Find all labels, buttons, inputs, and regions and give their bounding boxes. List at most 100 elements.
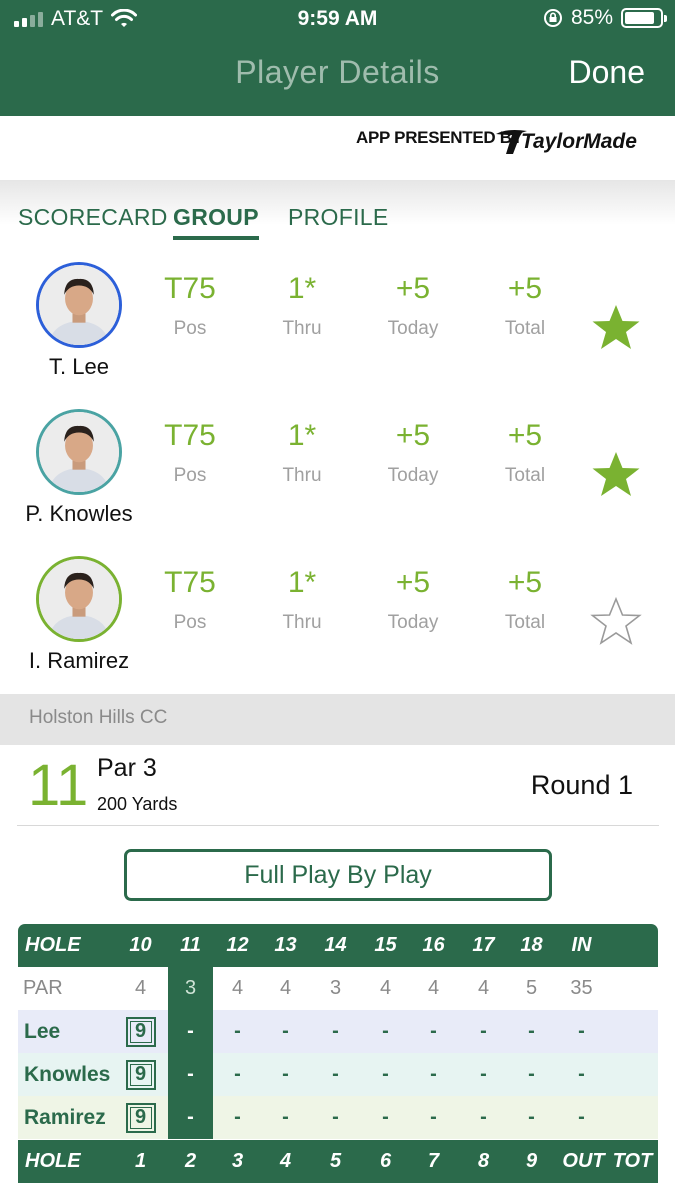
stat-today-value: +5	[395, 272, 431, 305]
stat-pos: T75 Pos	[140, 566, 240, 634]
hole-par: Par 3	[97, 754, 157, 782]
score-cell: -	[282, 1063, 289, 1085]
score-cell: -	[578, 1020, 585, 1042]
favorite-star-icon[interactable]	[590, 449, 642, 501]
score-cell: -	[528, 1063, 535, 1085]
stat-today: +5 Today	[363, 419, 463, 487]
stat-total-value: +5	[507, 272, 543, 305]
scorecard-par-cell: 4	[477, 977, 490, 999]
stat-total-value: +5	[507, 419, 543, 452]
done-button[interactable]: Done	[569, 54, 646, 91]
course-strip: Holston Hills CC	[0, 694, 675, 745]
rotation-lock-icon	[543, 9, 562, 27]
favorite-star-icon[interactable]	[590, 596, 642, 648]
favorite-star-icon[interactable]	[590, 302, 642, 354]
stat-pos: T75 Pos	[140, 419, 240, 487]
scorecard-par-cell: 35	[570, 977, 593, 999]
hole-yards: 200 Yards	[97, 794, 178, 814]
score-cell: -	[528, 1106, 535, 1128]
score-cell: -	[282, 1106, 289, 1128]
stat-total-value: +5	[507, 566, 543, 599]
scorecard-player-name: Knowles	[24, 1063, 111, 1086]
score-cell: -	[187, 1063, 194, 1085]
scorecard-header-cell: 12	[226, 934, 249, 956]
scorecard-par-row: PAR 4 3 4 4 3 4 4 4 5 35	[18, 967, 658, 1010]
scorecard-par-cell: 4	[231, 977, 244, 999]
scorecard-par-cell: 3	[329, 977, 342, 999]
score-cell: 9	[123, 1010, 158, 1053]
score-cell: -	[332, 1106, 339, 1128]
stat-total: +5 Total	[475, 272, 575, 340]
scorecard-header-cell: 1	[134, 1150, 147, 1172]
tab-profile[interactable]: PROFILE	[288, 204, 389, 231]
score-cell: -	[234, 1106, 241, 1128]
stat-today: +5 Today	[363, 272, 463, 340]
player-photo	[39, 559, 119, 639]
stat-pos-label: Pos	[173, 318, 207, 339]
stat-today-label: Today	[387, 612, 439, 633]
scorecard-header-cell: 6	[379, 1150, 392, 1172]
player-name[interactable]: I. Ramirez	[0, 648, 158, 674]
score-cell: -	[382, 1020, 389, 1042]
stat-thru-value: 1*	[287, 566, 317, 599]
scorecard-header-cell: 13	[274, 934, 297, 956]
score-cell: -	[332, 1020, 339, 1042]
scorecard-header-cell: 14	[324, 934, 347, 956]
scorecard-front-nine: HOLE 1 2 3 4 5 6 7 8 9 OUT TOT	[18, 1140, 658, 1200]
scorecard-header-cell: 16	[422, 934, 445, 956]
score-cell: -	[234, 1063, 241, 1085]
player-name[interactable]: P. Knowles	[0, 501, 158, 527]
player-row[interactable]: P. Knowles T75 Pos 1* Thru +5 Today +5 Total	[0, 409, 675, 556]
stat-today-label: Today	[387, 318, 439, 339]
score-cell: -	[480, 1063, 487, 1085]
stat-thru-label: Thru	[282, 612, 322, 633]
score-cell: -	[528, 1020, 535, 1042]
scorecard-header-cell: 8	[477, 1150, 490, 1172]
stat-pos-value: T75	[164, 419, 216, 452]
scorecard-par-cell: 4	[279, 977, 292, 999]
score-cell: -	[282, 1020, 289, 1042]
round-label: Round 1	[530, 770, 633, 800]
score-box: 9	[125, 1103, 156, 1133]
scorecard-header-cell: 11	[180, 934, 201, 956]
tab-scorecard[interactable]: SCORECARD	[18, 204, 168, 231]
scorecard-player-row[interactable]: Lee 9 - - - - - - - - -	[18, 1010, 658, 1053]
score-cell: -	[430, 1020, 437, 1042]
scorecard-header-cell: HOLE	[25, 1150, 81, 1172]
hole-number: 11	[28, 753, 89, 818]
stat-today: +5 Today	[363, 566, 463, 634]
stat-pos-value: T75	[164, 566, 216, 599]
stat-total: +5 Total	[475, 419, 575, 487]
player-avatar	[36, 262, 122, 348]
scorecard-header-row: HOLE 10 11 12 13 14 15 16 17 18 IN	[18, 924, 658, 967]
stat-pos-label: Pos	[173, 612, 207, 633]
scorecard-header-cell: 5	[329, 1150, 342, 1172]
player-avatar	[36, 556, 122, 642]
stat-thru-label: Thru	[282, 318, 322, 339]
score-cell: -	[234, 1020, 241, 1042]
scorecard-header-cell: 10	[129, 934, 152, 956]
stat-total-label: Total	[504, 318, 546, 339]
battery-percent: 85%	[570, 6, 613, 29]
score-cell: -	[480, 1020, 487, 1042]
course-name: Holston Hills CC	[29, 707, 168, 728]
player-name[interactable]: T. Lee	[0, 354, 158, 380]
player-row[interactable]: I. Ramirez T75 Pos 1* Thru +5 Today +5 Total	[0, 556, 675, 703]
scorecard-player-row[interactable]: Ramirez 9 - - - - - - - - -	[18, 1096, 658, 1139]
scorecard-back-nine: HOLE 10 11 12 13 14 15 16 17 18 IN PAR 4 3 4 4 3 4 4 4 5 35 Le…	[18, 924, 658, 1139]
scorecard-player-row[interactable]: Knowles 9 - - - - - - - - -	[18, 1053, 658, 1096]
score-cell: -	[480, 1106, 487, 1128]
tab-group[interactable]: GROUP	[173, 204, 259, 240]
score-cell: -	[382, 1106, 389, 1128]
score-cell: 9	[123, 1096, 158, 1139]
stat-pos-value: T75	[164, 272, 216, 305]
score-cell: -	[430, 1106, 437, 1128]
player-avatar	[36, 409, 122, 495]
score-cell: -	[578, 1063, 585, 1085]
scorecard-par-cell: 3	[184, 977, 197, 999]
stat-today-value: +5	[395, 566, 431, 599]
scorecard-player-name: Ramirez	[24, 1106, 106, 1129]
scorecard-header-cell: 9	[525, 1150, 538, 1172]
full-play-by-play-button[interactable]: Full Play By Play	[124, 849, 552, 901]
player-row[interactable]: T. Lee T75 Pos 1* Thru +5 Today +5 Total	[0, 262, 675, 409]
